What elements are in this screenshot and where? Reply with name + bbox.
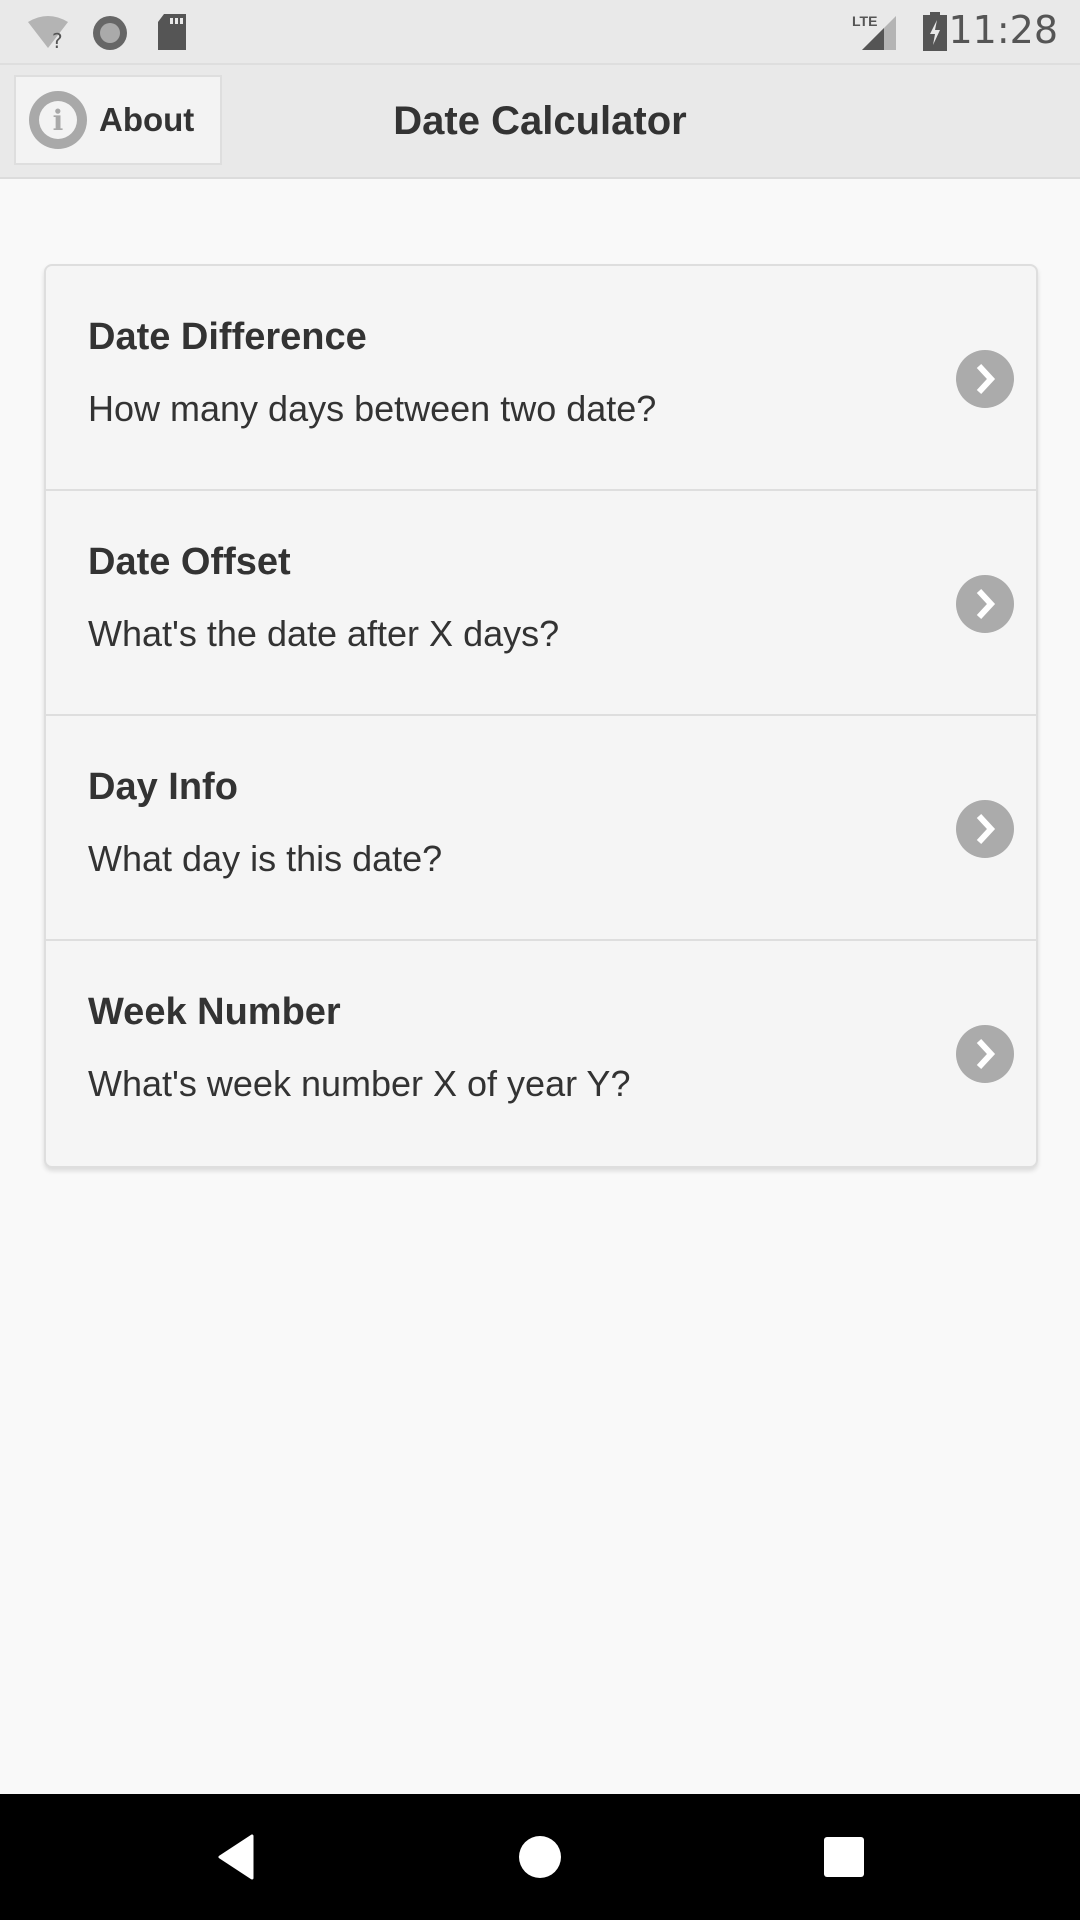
back-button[interactable] bbox=[206, 1832, 266, 1882]
info-icon: i bbox=[29, 91, 87, 149]
menu-item-title: Day Info bbox=[88, 766, 238, 808]
chevron-right-icon[interactable] bbox=[956, 800, 1014, 858]
calculator-menu: Date Difference How many days between tw… bbox=[44, 264, 1038, 1168]
lte-signal-icon: LTE bbox=[852, 12, 902, 57]
menu-item-title: Date Difference bbox=[88, 316, 367, 358]
back-icon bbox=[218, 1834, 254, 1880]
home-button[interactable] bbox=[510, 1832, 570, 1882]
menu-item-date-difference[interactable]: Date Difference How many days between tw… bbox=[46, 266, 1036, 491]
menu-item-subtitle: What day is this date? bbox=[88, 838, 443, 879]
menu-item-subtitle: What's week number X of year Y? bbox=[88, 1063, 631, 1104]
chevron-right-icon[interactable] bbox=[956, 350, 1014, 408]
chevron-right-icon[interactable] bbox=[956, 1025, 1014, 1083]
sd-card-icon bbox=[156, 14, 188, 57]
status-bar: ? LTE 11:28 bbox=[0, 0, 1080, 65]
system-nav-bar bbox=[0, 1794, 1080, 1920]
home-icon bbox=[519, 1836, 561, 1878]
chevron-right-icon[interactable] bbox=[956, 575, 1014, 633]
sync-circle-icon bbox=[90, 14, 130, 59]
menu-item-date-offset[interactable]: Date Offset What's the date after X days… bbox=[46, 491, 1036, 716]
svg-text:LTE: LTE bbox=[852, 13, 877, 29]
menu-item-subtitle: What's the date after X days? bbox=[88, 613, 560, 654]
menu-item-title: Date Offset bbox=[88, 541, 291, 583]
recents-button[interactable] bbox=[814, 1832, 874, 1882]
app-header: Date Calculator i About bbox=[0, 65, 1080, 179]
menu-item-day-info[interactable]: Day Info What day is this date? bbox=[46, 716, 1036, 941]
recents-icon bbox=[824, 1837, 864, 1877]
menu-item-title: Week Number bbox=[88, 991, 341, 1033]
about-label: About bbox=[99, 101, 195, 138]
wifi-unknown-icon: ? bbox=[26, 14, 70, 55]
battery-charging-icon bbox=[922, 12, 948, 57]
about-button[interactable]: i About bbox=[14, 75, 222, 165]
menu-item-subtitle: How many days between two date? bbox=[88, 388, 657, 429]
menu-item-week-number[interactable]: Week Number What's week number X of year… bbox=[46, 941, 1036, 1166]
svg-text:?: ? bbox=[52, 29, 63, 50]
clock: 11:28 bbox=[948, 8, 1058, 52]
